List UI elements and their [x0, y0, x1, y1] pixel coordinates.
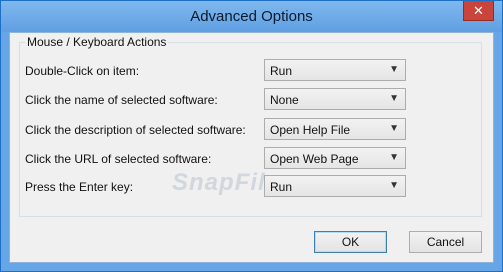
ok-button[interactable]: OK [314, 231, 387, 253]
window-title: Advanced Options [190, 8, 313, 25]
close-icon[interactable]: ✕ [463, 1, 494, 21]
chevron-down-icon: ▼ [389, 180, 399, 191]
enter-key-select[interactable]: Run ▼ [264, 175, 406, 197]
click-description-select-value: Open Help File [270, 123, 351, 137]
row-label-click-description: Click the description of selected softwa… [25, 123, 246, 137]
enter-key-select-value: Run [270, 180, 293, 194]
row-label-enter-key: Press the Enter key: [25, 180, 134, 194]
row-label-click-url: Click the URL of selected software: [25, 152, 212, 166]
row-label-double-click: Double-Click on item: [25, 64, 140, 78]
cancel-button[interactable]: Cancel [409, 231, 482, 253]
group-legend: Mouse / Keyboard Actions [25, 35, 169, 49]
chevron-down-icon: ▼ [389, 93, 399, 104]
double-click-select[interactable]: Run ▼ [264, 59, 406, 81]
title-bar[interactable]: Advanced Options ✕ [1, 1, 502, 32]
click-name-select[interactable]: None ▼ [264, 88, 406, 110]
row-label-click-name: Click the name of selected software: [25, 93, 218, 107]
click-name-select-value: None [270, 93, 299, 107]
dialog-window: Advanced Options ✕ Mouse / Keyboard Acti… [0, 0, 503, 272]
click-url-select-value: Open Web Page [270, 152, 359, 166]
mouse-keyboard-group: Mouse / Keyboard Actions Double-Click on… [19, 35, 482, 217]
chevron-down-icon: ▼ [389, 152, 399, 163]
click-url-select[interactable]: Open Web Page ▼ [264, 147, 406, 169]
chevron-down-icon: ▼ [389, 64, 399, 75]
dialog-body: Mouse / Keyboard Actions Double-Click on… [9, 32, 494, 263]
double-click-select-value: Run [270, 64, 293, 78]
chevron-down-icon: ▼ [389, 123, 399, 134]
click-description-select[interactable]: Open Help File ▼ [264, 118, 406, 140]
